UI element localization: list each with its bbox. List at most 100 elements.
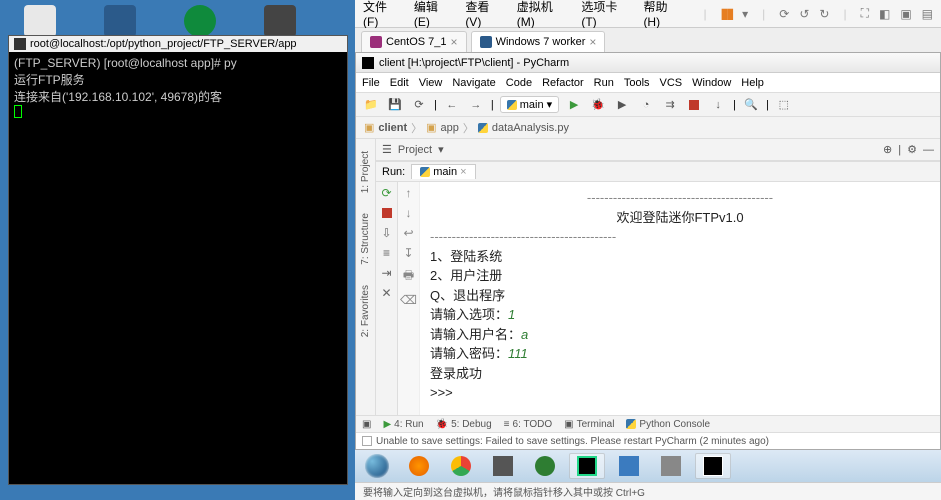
menu-window[interactable]: Window [692, 77, 731, 89]
menu-help[interactable]: Help [741, 77, 764, 89]
run-tab-main[interactable]: main × [411, 164, 475, 179]
run-config-dropdown[interactable]: main ▾ [500, 96, 559, 113]
hide-icon[interactable]: — [923, 144, 934, 156]
forward-icon[interactable]: → [467, 96, 485, 114]
user-input: a [521, 327, 528, 342]
show-tabs-icon[interactable]: ▣ [362, 419, 371, 430]
vm-dropdown-icon[interactable]: ▾ [742, 7, 748, 21]
run-label: Run: [382, 166, 405, 178]
vm-menu-edit[interactable]: 编辑(E) [414, 0, 451, 29]
close-icon[interactable]: × [451, 35, 458, 49]
concurrency-icon[interactable]: ⇉ [661, 96, 679, 114]
output-prompt-cursor[interactable]: >>> [430, 383, 930, 403]
tab-terminal[interactable]: ▣Terminal [564, 419, 614, 430]
coverage-icon[interactable]: ▶ [613, 96, 631, 114]
vm-snapshot-back-icon[interactable]: ↺ [799, 7, 809, 21]
up-icon[interactable]: ↑ [406, 186, 412, 200]
vm-fullscreen-icon[interactable]: ⛶ [861, 6, 869, 21]
taskbar-appcircle[interactable] [527, 453, 563, 479]
layout-icon[interactable]: ≡ [380, 246, 394, 260]
softwrap-icon[interactable]: ↩ [403, 226, 413, 240]
output-prompt: 请输入密码： [430, 346, 508, 361]
back-icon[interactable]: ← [443, 96, 461, 114]
menu-code[interactable]: Code [506, 77, 532, 89]
close-icon[interactable]: × [460, 166, 466, 178]
breadcrumb-item[interactable]: dataAnalysis.py [492, 122, 569, 134]
stop-button[interactable] [689, 100, 699, 110]
tab-run[interactable]: ▶4: Run [383, 419, 423, 430]
terminal-titlebar[interactable]: root@localhost:/opt/python_project/FTP_S… [9, 36, 347, 52]
terminal-window[interactable]: root@localhost:/opt/python_project/FTP_S… [8, 35, 348, 485]
scroll-icon[interactable]: ↧ [403, 246, 413, 260]
side-tab-favorites[interactable]: 2: Favorites [358, 275, 373, 347]
vm-layout-icon[interactable]: ▣ [900, 7, 911, 21]
vm-unity-icon[interactable]: ◧ [879, 7, 890, 21]
project-label[interactable]: Project [398, 144, 432, 156]
taskbar-print[interactable] [653, 453, 689, 479]
menu-tools[interactable]: Tools [624, 77, 650, 89]
run-button[interactable]: ▶ [565, 96, 583, 114]
vm-snapshot-icon[interactable]: ⟳ [779, 7, 789, 21]
settings-ext-icon[interactable]: ⬚ [775, 96, 793, 114]
pin-icon[interactable]: ⇥ [380, 266, 394, 280]
pause-icon[interactable]: ⇩ [380, 226, 394, 240]
search-icon[interactable]: 🔍 [742, 96, 760, 114]
vm-snapshot-fw-icon[interactable]: ↻ [819, 7, 829, 21]
tab-debug[interactable]: 🐞5: Debug [436, 419, 492, 430]
taskbar-firefox[interactable] [401, 453, 437, 479]
vm-tab-windows[interactable]: Windows 7 worker × [471, 31, 606, 52]
menu-view[interactable]: View [419, 77, 443, 89]
vm-menu-vm[interactable]: 虚拟机(M) [517, 0, 568, 29]
close-all-icon[interactable]: ✕ [380, 286, 394, 300]
side-tab-structure[interactable]: 7: Structure [358, 203, 373, 275]
vm-pause-button[interactable]: ▮▮ [721, 5, 732, 22]
save-icon[interactable]: 💾 [386, 96, 404, 114]
tab-todo[interactable]: ≡6: TODO [504, 419, 553, 430]
pycharm-titlebar[interactable]: client [H:\project\FTP\client] - PyCharm [356, 53, 940, 73]
rerun-button[interactable]: ⟳ [380, 186, 394, 200]
run-output[interactable]: ----------------------------------------… [420, 182, 940, 415]
stop-button[interactable] [382, 208, 392, 218]
taskbar-chrome[interactable] [443, 453, 479, 479]
target-icon[interactable]: ⊕ [883, 143, 892, 156]
taskbar-editor[interactable] [611, 453, 647, 479]
menu-vcs[interactable]: VCS [660, 77, 683, 89]
pycharm-statusbar: Unable to save settings: Failed to save … [356, 432, 940, 449]
menu-navigate[interactable]: Navigate [452, 77, 495, 89]
vm-menu-tabs[interactable]: 选项卡(T) [581, 0, 629, 29]
close-icon[interactable]: × [589, 35, 596, 49]
open-icon[interactable]: 📁 [362, 96, 380, 114]
gear-icon[interactable]: ⚙ [907, 143, 917, 156]
print-icon[interactable]: 🖶 [403, 266, 414, 287]
terminal-body[interactable]: (FTP_SERVER) [root@localhost app]# py 运行… [9, 52, 347, 126]
warn-icon[interactable] [362, 436, 372, 446]
vm-tab-label: Windows 7 worker [496, 36, 586, 48]
menu-edit[interactable]: Edit [390, 77, 409, 89]
taskbar-cmd[interactable] [695, 453, 731, 479]
tab-pyconsole[interactable]: Python Console [626, 419, 710, 430]
start-button[interactable] [359, 452, 395, 480]
project-view-icon[interactable]: ☰ [382, 143, 392, 156]
vm-tab-centos[interactable]: CentOS 7_1 × [361, 31, 467, 52]
refresh-icon[interactable]: ⟳ [410, 96, 428, 114]
vm-menu-help[interactable]: 帮助(H) [643, 0, 681, 29]
down-icon[interactable]: ↓ [406, 206, 412, 220]
taskbar-app1[interactable] [485, 453, 521, 479]
pycharm-bottom-tabs: ▣ ▶4: Run 🐞5: Debug ≡6: TODO ▣Terminal P… [356, 415, 940, 432]
profile-icon[interactable]: ◔ [637, 96, 655, 114]
vcs-update-icon[interactable]: ↓ [709, 96, 727, 114]
taskbar-pycharm[interactable] [569, 453, 605, 479]
breadcrumb-item[interactable]: client [378, 122, 407, 134]
side-tab-project[interactable]: 1: Project [358, 141, 373, 203]
menu-run[interactable]: Run [594, 77, 614, 89]
vm-menu-file[interactable]: 文件(F) [363, 0, 400, 29]
chevron-down-icon[interactable]: ▾ [438, 143, 444, 156]
menu-file[interactable]: File [362, 77, 380, 89]
vm-layout2-icon[interactable]: ▤ [922, 7, 933, 21]
chevron-down-icon: ▾ [547, 98, 553, 111]
debug-button[interactable]: 🐞 [589, 96, 607, 114]
clear-icon[interactable]: ⌫ [400, 293, 417, 307]
vm-menu-view[interactable]: 查看(V) [465, 0, 502, 29]
breadcrumb-item[interactable]: app [441, 122, 459, 134]
menu-refactor[interactable]: Refactor [542, 77, 584, 89]
